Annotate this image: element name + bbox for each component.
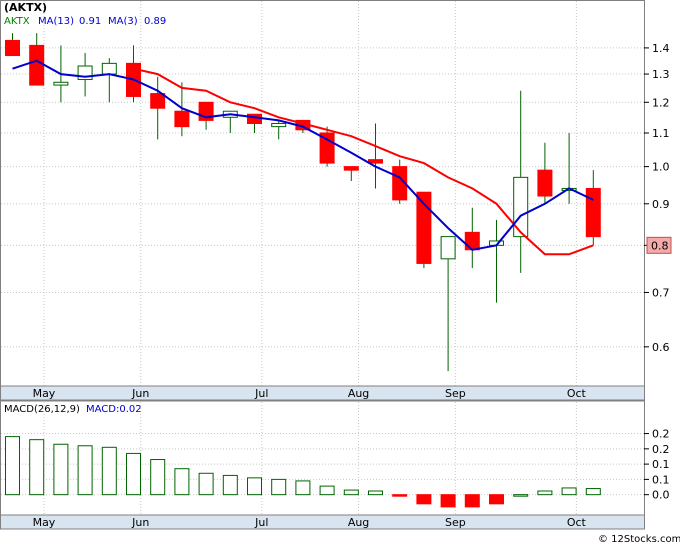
macd-bar (53, 443, 69, 496)
macd-tick-label: 0.1 (652, 473, 670, 486)
macd-title: MACD(26,12,9) (4, 404, 80, 415)
price-tick-label: 1.4 (652, 42, 670, 55)
legend-ticker: AKTX (4, 16, 30, 27)
macd-y-axis: 0.0 0.1 0.1 0.2 0.2 (644, 428, 670, 502)
legend-ma13-label: MA(13) (38, 16, 74, 27)
macd-value: MACD:0.02 (86, 404, 142, 415)
macd-bar (392, 494, 408, 497)
macd-bar (561, 487, 577, 496)
date-tick-label: Sep (445, 387, 466, 400)
macd-date-tick-label: Jul (254, 516, 268, 529)
legend-ma3-value: 0.89 (144, 16, 166, 27)
macd-bar (513, 494, 529, 497)
macd-bar (174, 468, 190, 496)
macd-date-tick-label: May (33, 516, 56, 529)
candle-body-up (101, 62, 117, 75)
date-tick-label: Aug (348, 387, 369, 400)
candle-body-down (29, 44, 45, 86)
macd-bar (319, 485, 335, 496)
macd-bar (198, 472, 214, 496)
date-tick-label: May (33, 387, 56, 400)
price-y-axis: 0.6 0.7 0.8 0.9 1.0 1.1 1.2 1.3 1.4 (644, 42, 670, 354)
macd-bar (295, 480, 311, 496)
macd-tick-label: 0.1 (652, 458, 670, 471)
price-tick-label: 1.0 (652, 161, 670, 174)
price-x-axis-band (0, 385, 645, 401)
macd-bar (126, 452, 141, 496)
macd-bar (247, 477, 262, 496)
macd-bar (77, 445, 93, 496)
chart-canvas: 0.60.70.80.91.01.11.21.31.4 (AKTX) AKTX … (0, 0, 680, 545)
macd-bar (440, 494, 456, 508)
candle-body-down (5, 39, 20, 57)
macd-bar (29, 439, 45, 496)
candle-body-down (585, 187, 601, 238)
macd-date-tick-label: Jun (131, 516, 149, 529)
macd-bar (585, 488, 601, 496)
site-credit: © 12Stocks.com (598, 534, 680, 545)
macd-bar (222, 474, 238, 496)
macd-tick-label: 0.0 (652, 489, 670, 502)
macd-x-axis-band (0, 514, 645, 530)
price-tick-label: 1.2 (652, 96, 670, 109)
legend-ma3-label: MA(3) (108, 16, 138, 27)
macd-date-tick-label: Oct (567, 516, 587, 529)
macd-bar (343, 489, 359, 496)
macd-bar (150, 459, 166, 496)
price-tick-label: 0.7 (652, 286, 670, 299)
candle-body-down (150, 93, 166, 109)
candle-body-down (537, 169, 553, 197)
macd-tick-label: 0.2 (652, 443, 670, 456)
macd-bar (101, 446, 117, 496)
date-tick-label: Jul (254, 387, 268, 400)
macd-bar (464, 494, 480, 508)
macd-date-tick-label: Aug (348, 516, 369, 529)
candle-body-down (368, 159, 383, 164)
last-price-label: 0.8 (651, 239, 669, 252)
legend-ma13-value: 0.91 (79, 16, 101, 27)
candle-body-down (464, 231, 480, 251)
candle-body-down (174, 110, 190, 128)
macd-bar (416, 494, 432, 505)
date-tick-label: Oct (567, 387, 587, 400)
macd-panel (0, 400, 645, 516)
macd-date-tick-label: Sep (445, 516, 466, 529)
candle-body-up (53, 81, 69, 86)
macd-bar (5, 436, 20, 496)
price-tick-label: 0.9 (652, 198, 670, 211)
macd-bar (537, 490, 553, 496)
price-tick-label: 1.1 (652, 127, 670, 140)
macd-tick-label: 0.2 (652, 428, 670, 441)
price-tick-label: 1.3 (652, 68, 670, 81)
ticker-symbol: (AKTX) (4, 1, 47, 14)
candle-body-up (271, 122, 287, 128)
macd-bar (489, 494, 504, 505)
candle-body-up (440, 236, 456, 260)
date-tick-label: Jun (131, 387, 149, 400)
macd-bar (271, 478, 287, 496)
price-tick-label: 0.6 (652, 341, 670, 354)
macd-bar (368, 490, 383, 496)
candle-body-down (343, 166, 359, 171)
